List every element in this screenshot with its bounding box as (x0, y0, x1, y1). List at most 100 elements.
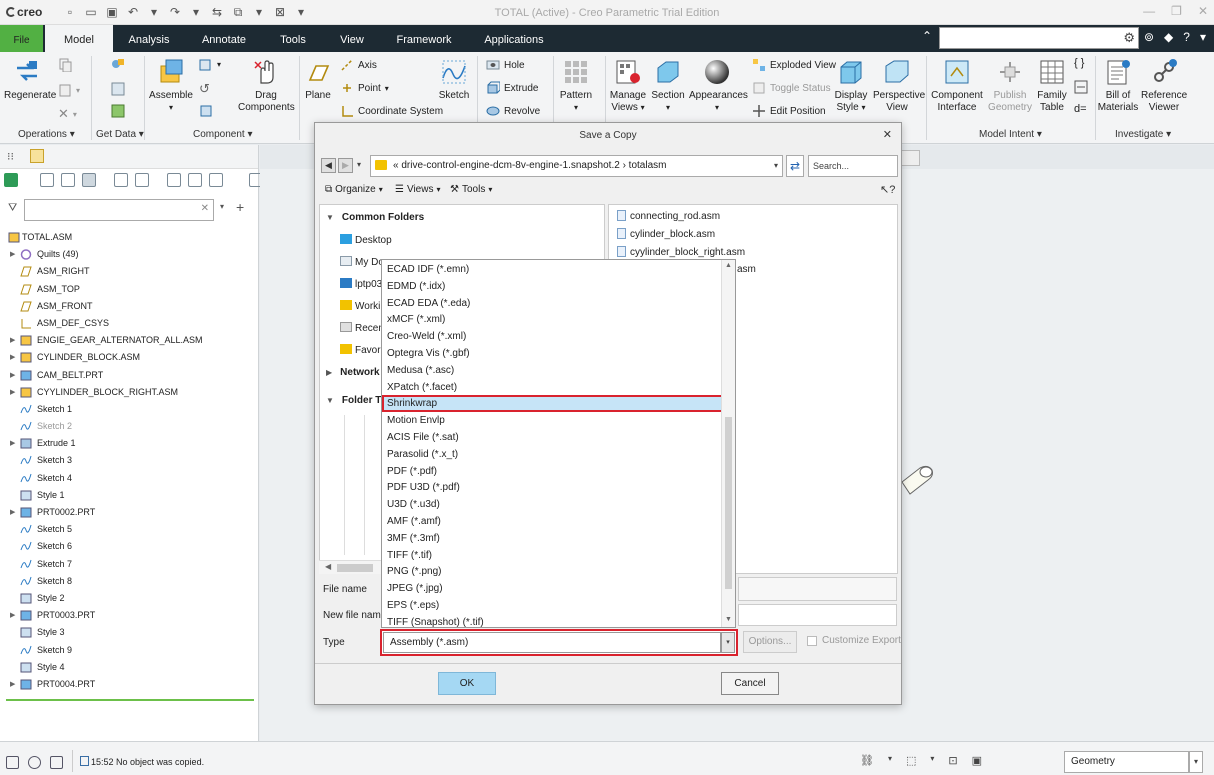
group-investigate[interactable]: Investigate ▾ (1115, 129, 1171, 140)
navigator-toggle-icon[interactable] (6, 756, 19, 769)
refresh-button[interactable]: ⇄ (786, 155, 804, 177)
delete-button[interactable]: ✕ ▾ (58, 106, 77, 122)
organize-menu[interactable]: ⧉ Organize ▾ (325, 184, 383, 195)
copy-button[interactable] (58, 58, 72, 73)
user-defined-feature-button[interactable] (111, 57, 125, 71)
coordinate-system-button[interactable]: Coordinate System (340, 104, 443, 118)
ribbon-search-input[interactable]: ⚙ (939, 27, 1139, 49)
network-header[interactable]: ▶ Network (326, 367, 380, 378)
tree-filters-icon[interactable] (114, 173, 128, 187)
bill-of-materials-button[interactable]: Bill of Materials (1097, 58, 1139, 114)
tree-item[interactable]: ▶ ENGIE_GEAR_ALTERNATOR_ALL.ASM (0, 332, 259, 349)
axis-button[interactable]: Axis (340, 58, 377, 72)
tree-item[interactable]: Sketch 5 (0, 521, 259, 538)
assemble-button[interactable]: Assemble ▾ (149, 58, 193, 114)
expand-arrow-icon[interactable]: ▶ (10, 332, 15, 349)
browser-toggle-icon[interactable] (28, 756, 41, 769)
type-option[interactable]: AMF (*.amf) (382, 513, 722, 530)
vertical-scrollbar[interactable]: ▲ ▼ (721, 260, 735, 627)
repeat-button[interactable]: ↺ (199, 81, 213, 96)
dialog-search-input[interactable]: Search... (808, 155, 898, 177)
chevron-down-icon[interactable]: ▾ (1189, 751, 1203, 773)
type-option[interactable]: PNG (*.png) (382, 563, 722, 580)
tree-item[interactable]: TOTAL.ASM (0, 229, 259, 246)
type-option[interactable]: ACIS File (*.sat) (382, 429, 722, 446)
component-interface-button[interactable]: Component Interface (930, 58, 984, 114)
chevron-down-icon[interactable]: ▾ (721, 632, 735, 653)
file-item[interactable]: cyylinder_block_right.asm (617, 246, 745, 258)
tree-item[interactable]: Sketch 3 (0, 452, 259, 469)
group-get-data[interactable]: Get Data ▾ (96, 129, 144, 140)
collapse-ribbon-icon[interactable]: ⌃ (922, 29, 932, 43)
display-style-button[interactable]: Display Style ▾ (832, 58, 870, 114)
type-option[interactable]: Creo-Weld (*.xml) (382, 328, 722, 345)
type-option[interactable]: EDMD (*.idx) (382, 278, 722, 295)
folder-tree-header[interactable]: ▼ Folder Tr (326, 395, 385, 406)
tree-item[interactable]: Sketch 8 (0, 573, 259, 590)
show-icon[interactable] (4, 173, 18, 187)
settings-icon[interactable] (135, 173, 149, 187)
nav-favorites[interactable]: Favorit (340, 344, 386, 356)
type-option[interactable]: 3MF (*.3mf) (382, 530, 722, 547)
tree-item[interactable]: ▶ PRT0003.PRT (0, 607, 259, 624)
file-item[interactable]: cylinder_block.asm (617, 228, 715, 240)
tree-item[interactable]: Sketch 9 (0, 642, 259, 659)
sketch-button[interactable]: Sketch (437, 58, 471, 102)
appearances-button[interactable]: Appearances ▾ (689, 58, 748, 114)
tree-item[interactable]: ▶ CYYLINDER_BLOCK_RIGHT.ASM (0, 384, 259, 401)
file-name-field[interactable] (738, 577, 897, 601)
expand-arrow-icon[interactable]: ▶ (10, 676, 15, 693)
perspective-view-button[interactable]: Perspective View (873, 58, 925, 114)
nav-recent[interactable]: Recent (340, 322, 387, 334)
forward-button[interactable]: ▶ (338, 158, 353, 173)
tab-applications[interactable]: Applications (476, 25, 552, 52)
file-item[interactable]: asm (737, 264, 756, 275)
point-button[interactable]: Point ▾ (340, 81, 389, 95)
options-button[interactable]: Options... (743, 631, 797, 653)
new-file-name-field[interactable] (738, 604, 897, 626)
tree-item[interactable]: Style 3 (0, 624, 259, 641)
tree-item[interactable]: ▶ PRT0004.PRT (0, 676, 259, 693)
tools-menu[interactable]: ⚒ Tools ▾ (450, 184, 492, 195)
file-item[interactable]: connecting_rod.asm (617, 210, 720, 222)
type-option[interactable]: Optegra Vis (*.gbf) (382, 345, 722, 362)
type-option[interactable]: EPS (*.eps) (382, 597, 722, 614)
history-dropdown-icon[interactable]: ▾ (357, 160, 361, 169)
tab-tools[interactable]: Tools (270, 25, 316, 52)
type-option[interactable]: Parasolid (*.x_t) (382, 446, 722, 463)
view-toolbar-button[interactable] (900, 150, 920, 166)
nav-computer[interactable]: lptp03 (340, 278, 382, 290)
selection-icon[interactable] (209, 173, 223, 187)
tree-item[interactable]: Sketch 6 (0, 538, 259, 555)
tree-item[interactable]: ASM_RIGHT (0, 263, 259, 280)
drag-components-button[interactable]: Drag Components (238, 58, 295, 114)
filter-dropdown-icon[interactable]: ▾ (220, 202, 224, 211)
type-option[interactable]: XPatch (*.facet) (382, 379, 722, 396)
views-menu[interactable]: ☰ Views ▾ (395, 184, 440, 195)
manage-views-button[interactable]: Manage Views ▾ (609, 58, 647, 114)
common-folders-header[interactable]: ▼ Common Folders (326, 212, 424, 223)
tab-analysis[interactable]: Analysis (118, 25, 180, 52)
toggle-status-button[interactable]: Toggle Status (752, 81, 831, 95)
switch-dimensions-button[interactable]: d= (1074, 103, 1087, 115)
nav-desktop[interactable]: Desktop (340, 234, 392, 246)
edit-position-button[interactable]: Edit Position (752, 104, 826, 118)
address-bar[interactable]: « drive-control-engine-dcm-8v-engine-1.s… (370, 155, 783, 177)
expand-arrow-icon[interactable]: ▶ (10, 607, 15, 624)
paste-button[interactable]: ▾ (58, 83, 80, 97)
type-select[interactable]: Assembly (*.asm) ▾ (380, 629, 738, 656)
revolve-button[interactable]: Revolve (486, 104, 540, 118)
type-option[interactable]: Medusa (*.asc) (382, 362, 722, 379)
find-dropdown-icon[interactable]: ▾ (888, 754, 892, 767)
folder-browser-tab-icon[interactable] (30, 149, 44, 163)
tree-expand-icon[interactable] (40, 173, 54, 187)
expand-arrow-icon[interactable]: ▶ (10, 435, 15, 452)
restore-icon[interactable]: ❐ (1171, 4, 1182, 18)
tree-filter-input[interactable]: ✕ (24, 199, 214, 221)
expand-arrow-icon[interactable]: ▶ (10, 246, 15, 263)
parameters-button[interactable] (1074, 80, 1088, 94)
box-select-icon[interactable]: ⬚ (906, 754, 916, 767)
close-icon[interactable]: ✕ (883, 128, 892, 141)
learning-connector-icon[interactable]: ◆ (1164, 30, 1173, 44)
reference-viewer-button[interactable]: Reference Viewer (1141, 58, 1187, 114)
